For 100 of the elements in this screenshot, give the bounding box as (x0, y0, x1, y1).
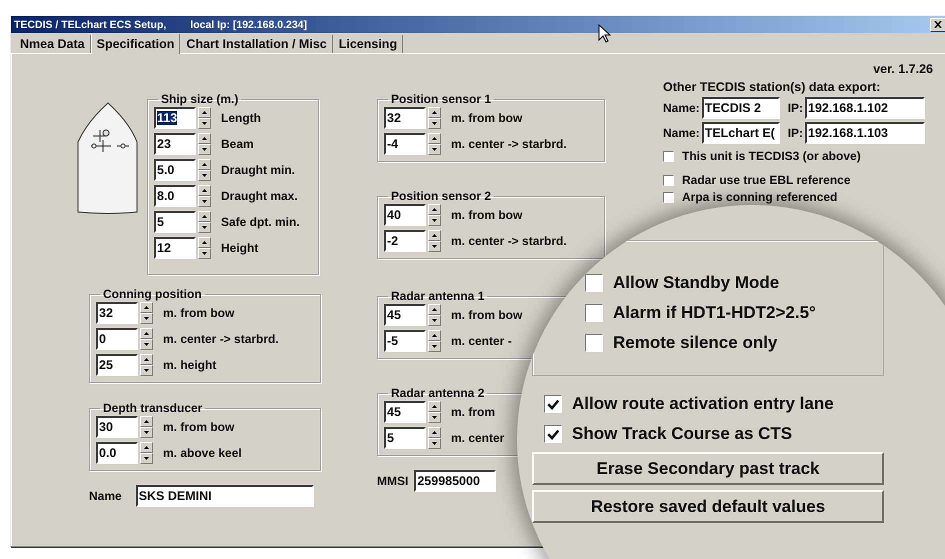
spin-up-button[interactable] (428, 106, 441, 118)
spin-down-button[interactable] (198, 248, 211, 258)
checkmark-icon (546, 428, 560, 440)
number-field[interactable]: 8.0 (154, 184, 196, 206)
number-field[interactable]: 5.0 (154, 158, 196, 180)
number-field[interactable]: 0 (96, 328, 138, 350)
number-field[interactable]: 0.0 (96, 442, 138, 464)
spin-up-button[interactable] (140, 302, 153, 312)
spin-down-button[interactable] (428, 412, 441, 422)
spin-down-button[interactable] (428, 438, 441, 448)
action-button[interactable]: Erase Secondary past track (532, 452, 884, 485)
checkmark-icon (546, 398, 560, 410)
mmsi-field[interactable]: 259985000 (414, 470, 496, 492)
ip-field[interactable]: 192.168.1.103 (805, 122, 926, 144)
spin-down-button[interactable] (428, 214, 441, 226)
action-button[interactable]: Restore saved default values (532, 490, 884, 523)
checkbox[interactable] (663, 174, 674, 186)
number-field[interactable]: 23 (154, 132, 196, 154)
spin-up-button[interactable] (140, 328, 153, 338)
number-field[interactable]: 113 (154, 106, 196, 128)
caret-up-icon (432, 208, 437, 210)
caret-down-icon (432, 344, 437, 348)
number-field[interactable]: 12 (154, 236, 196, 258)
number-field[interactable]: 32 (384, 106, 426, 128)
spin-up-button[interactable] (198, 210, 211, 222)
spin-down-button[interactable] (140, 312, 153, 324)
spin-down-button[interactable] (198, 118, 211, 128)
checkbox[interactable] (544, 425, 562, 443)
spin-down-button[interactable] (140, 364, 153, 376)
checkbox[interactable] (585, 274, 603, 292)
spin-down-button[interactable] (428, 240, 441, 252)
caret-down-icon (144, 430, 149, 434)
spin-up-button[interactable] (198, 158, 211, 170)
number-field[interactable]: 5 (154, 210, 196, 232)
spin-down-button[interactable] (198, 170, 211, 180)
name-field[interactable]: SKS DEMINI (136, 485, 314, 507)
caret-up-icon (144, 446, 149, 448)
number-field[interactable]: 45 (384, 400, 426, 422)
spin-down-button[interactable] (198, 222, 211, 232)
number-field[interactable]: -2 (384, 230, 426, 252)
spin-up-button[interactable] (428, 400, 441, 412)
spin-down-button[interactable] (140, 338, 153, 350)
spin-up-button[interactable] (428, 426, 441, 438)
spin-up-button[interactable] (198, 236, 211, 248)
tab[interactable]: Specification (90, 34, 180, 54)
spin-up-button[interactable] (428, 230, 441, 240)
group-title: Conning position (102, 287, 203, 301)
caret-down-icon (144, 342, 149, 346)
spin-up-button[interactable] (428, 204, 441, 214)
spin-down-button[interactable] (428, 144, 441, 154)
field-label: m. from (451, 404, 496, 418)
close-button[interactable] (930, 18, 945, 32)
spin-down-button[interactable] (198, 196, 211, 206)
spin-up-button[interactable] (428, 132, 441, 144)
spin-down-button[interactable] (140, 426, 153, 438)
checkbox[interactable] (663, 192, 674, 202)
caret-down-icon (144, 368, 149, 372)
spin-down-button[interactable] (140, 452, 153, 464)
spin-up-button[interactable] (428, 304, 441, 314)
number-field[interactable]: 40 (384, 204, 426, 226)
group-title: Ship size (m.) (160, 92, 240, 106)
number-field[interactable]: 25 (96, 354, 138, 376)
caret-up-icon (144, 358, 149, 360)
number-field[interactable]: -4 (384, 132, 426, 154)
number-field[interactable]: 5 (384, 426, 426, 448)
spin-up-button[interactable] (198, 184, 211, 196)
caret-up-icon (432, 308, 437, 310)
spin-down-button[interactable] (198, 144, 211, 154)
checkbox[interactable] (663, 150, 674, 162)
caret-up-icon (432, 136, 437, 140)
caret-up-icon (144, 332, 149, 334)
number-field[interactable]: 45 (384, 304, 426, 326)
field-label: m. from bow (163, 306, 234, 320)
mmsi-label: MMSI (377, 474, 408, 488)
checkbox[interactable] (544, 395, 562, 413)
spin-down-button[interactable] (428, 118, 441, 128)
spin-up-button[interactable] (198, 106, 211, 118)
number-field[interactable]: 30 (96, 416, 138, 438)
number-field[interactable]: -5 (384, 330, 426, 352)
group-title: Position sensor 1 (390, 92, 492, 106)
spin-up-button[interactable] (198, 132, 211, 144)
checkbox[interactable] (585, 304, 603, 322)
caret-up-icon (202, 162, 207, 166)
station-name-field[interactable]: TECDIS 2 (702, 97, 780, 119)
caret-down-icon (432, 318, 437, 322)
spin-down-button[interactable] (428, 314, 441, 326)
ip-field[interactable]: 192.168.1.102 (805, 97, 926, 119)
spin-up-button[interactable] (140, 416, 153, 426)
number-field[interactable]: 32 (96, 302, 138, 324)
field-label: m. center (451, 430, 504, 444)
spin-up-button[interactable] (140, 354, 153, 364)
caret-down-icon (432, 244, 437, 248)
spin-up-button[interactable] (428, 330, 441, 340)
spin-up-button[interactable] (140, 442, 153, 452)
spin-down-button[interactable] (428, 340, 441, 352)
station-name-field[interactable]: TELchart E( (702, 122, 780, 144)
checkbox[interactable] (585, 334, 603, 352)
caret-up-icon (202, 136, 207, 140)
caret-down-icon (432, 122, 437, 124)
caret-up-icon (202, 110, 207, 114)
